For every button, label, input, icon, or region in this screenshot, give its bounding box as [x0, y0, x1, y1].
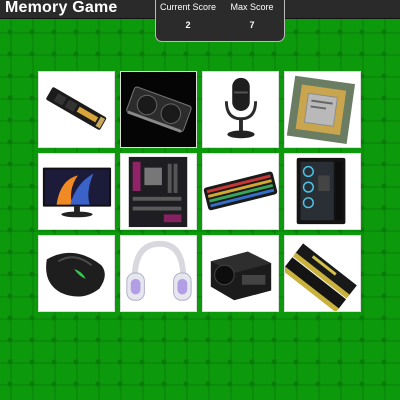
- card-graphics-card[interactable]: [120, 71, 197, 148]
- card-ram[interactable]: [284, 235, 361, 312]
- card-keyboard[interactable]: [202, 153, 279, 230]
- power-supply-icon: [203, 236, 278, 311]
- card-ssd[interactable]: [38, 71, 115, 148]
- card-monitor[interactable]: [38, 153, 115, 230]
- motherboard-icon: [121, 154, 196, 229]
- current-score: Current Score 2: [156, 2, 220, 30]
- max-score-label: Max Score: [230, 2, 274, 12]
- max-score-value: 7: [249, 20, 255, 30]
- ssd-icon: [39, 72, 114, 147]
- scoreboard: Current Score 2 Max Score 7: [155, 0, 285, 42]
- ram-icon: [285, 236, 360, 311]
- card-mouse[interactable]: [38, 235, 115, 312]
- monitor-icon: [39, 154, 114, 229]
- headset-icon: [121, 236, 196, 311]
- card-grid: [38, 71, 362, 316]
- pc-case-icon: [285, 154, 360, 229]
- microphone-icon: [203, 72, 278, 147]
- card-cpu[interactable]: [284, 71, 361, 148]
- graphics-card-icon: [121, 72, 196, 147]
- card-power-supply[interactable]: [202, 235, 279, 312]
- card-pc-case[interactable]: [284, 153, 361, 230]
- card-microphone[interactable]: [202, 71, 279, 148]
- card-headset[interactable]: [120, 235, 197, 312]
- keyboard-icon: [203, 154, 278, 229]
- cpu-icon: [285, 72, 360, 147]
- current-score-value: 2: [185, 20, 191, 30]
- page-title: Memory Game: [5, 0, 118, 16]
- card-motherboard[interactable]: [120, 153, 197, 230]
- max-score: Max Score 7: [220, 2, 284, 30]
- current-score-label: Current Score: [159, 2, 217, 12]
- mouse-icon: [39, 236, 114, 311]
